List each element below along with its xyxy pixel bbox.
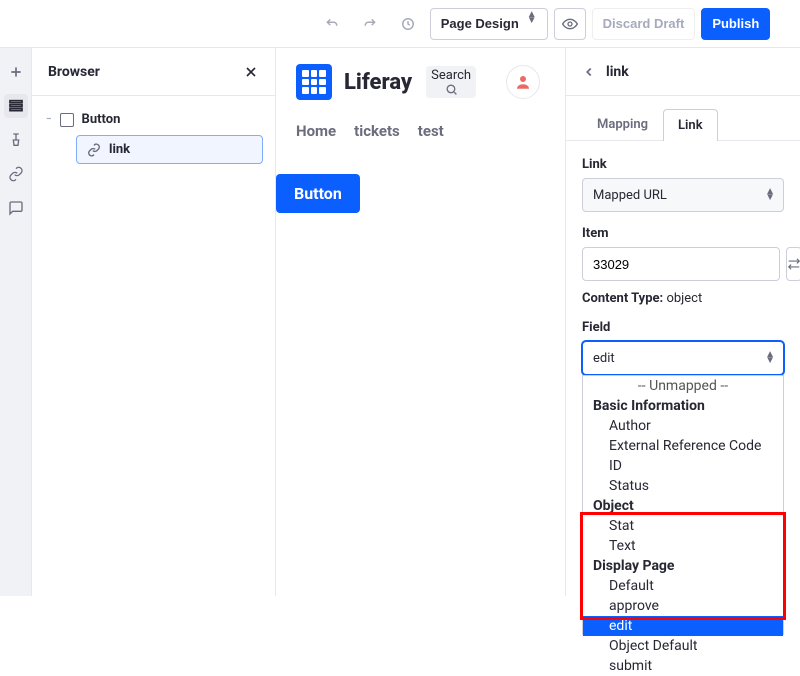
content-rail-button[interactable]	[4, 162, 28, 186]
structure-tree: − Button link	[32, 96, 275, 176]
dropdown-option-status[interactable]: Status	[583, 476, 783, 496]
page-design-dropdown[interactable]: Page Design ▲▼	[430, 8, 548, 40]
dropdown-option-object-default[interactable]: Object Default	[583, 636, 783, 656]
config-tabs: Mapping Link	[566, 96, 800, 141]
tree-item-link[interactable]: link	[76, 135, 263, 164]
search-label: Search	[431, 68, 471, 83]
nav-tickets[interactable]: tickets	[354, 122, 400, 140]
dropdown-group-display: Display Page	[583, 556, 783, 576]
undo-button[interactable]	[316, 8, 348, 40]
link-type-select[interactable]: Mapped URL ▲▼	[582, 178, 784, 212]
browser-panel: Browser − Button link	[32, 48, 276, 596]
field-dropdown-list: -- Unmapped -- Basic Information Author …	[582, 375, 784, 635]
link-icon	[8, 166, 24, 182]
browser-rail-button[interactable]	[4, 94, 28, 118]
redo-button[interactable]	[354, 8, 386, 40]
button-glyph-icon	[60, 113, 74, 127]
publish-button[interactable]: Publish	[701, 8, 770, 40]
top-toolbar: Page Design ▲▼ Discard Draft Publish	[0, 0, 800, 48]
nav-test[interactable]: test	[418, 122, 444, 140]
plus-icon	[8, 64, 24, 80]
canvas-button-fragment[interactable]: Button	[276, 174, 360, 213]
field-select[interactable]: edit ▲▼	[582, 341, 784, 375]
tab-mapping[interactable]: Mapping	[582, 108, 663, 140]
config-body: Link Mapped URL ▲▼ Item Content Type: ob…	[566, 141, 800, 391]
dropdown-option-erc[interactable]: External Reference Code	[583, 436, 783, 456]
dropdown-option-id[interactable]: ID	[583, 456, 783, 476]
redo-icon	[363, 17, 377, 31]
search-widget[interactable]: Search	[426, 66, 476, 98]
history-button[interactable]	[392, 8, 424, 40]
select-caret-icon: ▲▼	[765, 352, 775, 364]
link-icon	[87, 143, 101, 157]
paint-icon	[8, 132, 24, 148]
tree-item-button[interactable]: − Button	[40, 108, 267, 131]
config-panel: link Mapping Link Link Mapped URL ▲▼ Ite…	[565, 48, 800, 596]
site-header: Liferay Search	[296, 64, 545, 100]
chevron-left-icon	[582, 65, 596, 79]
item-refresh-button[interactable]	[786, 247, 800, 281]
item-input[interactable]	[582, 247, 780, 281]
left-icon-rail	[0, 48, 32, 596]
user-icon	[514, 73, 532, 91]
item-label: Item	[582, 226, 784, 241]
nav-home[interactable]: Home	[296, 122, 336, 140]
field-select-value: edit	[593, 351, 615, 366]
dropdown-group-object: Object	[583, 496, 783, 516]
dropdown-option-text[interactable]: Text	[583, 536, 783, 556]
close-icon	[243, 64, 259, 80]
config-header: link	[566, 48, 800, 96]
item-row	[582, 247, 784, 281]
dropdown-option-edit[interactable]: edit	[583, 616, 783, 636]
select-caret-icon: ▲▼	[765, 189, 775, 201]
config-title: link	[606, 64, 629, 80]
dropdown-option-default[interactable]: Default	[583, 576, 783, 596]
link-label: Link	[582, 157, 784, 172]
swap-icon	[787, 257, 800, 271]
search-icon	[445, 83, 458, 96]
tab-link[interactable]: Link	[663, 109, 718, 141]
undo-icon	[325, 17, 339, 31]
content-type-value: object	[666, 291, 702, 306]
dropdown-option-stat[interactable]: Stat	[583, 516, 783, 536]
close-browser-button[interactable]	[243, 64, 259, 80]
site-nav: Home tickets test	[296, 122, 545, 140]
tree-caret-icon: −	[46, 114, 52, 125]
tree-child-label: link	[109, 142, 130, 157]
browser-header: Browser	[32, 48, 275, 96]
dropdown-option-author[interactable]: Author	[583, 416, 783, 436]
comment-icon	[8, 200, 24, 216]
dropdown-group-basic: Basic Information	[583, 396, 783, 416]
page-canvas: Liferay Search Home tickets test Button	[276, 48, 565, 596]
tree-item-label: Button	[82, 112, 121, 127]
comments-rail-button[interactable]	[4, 196, 28, 220]
dropdown-option-approve[interactable]: approve	[583, 596, 783, 616]
add-fragment-button[interactable]	[4, 60, 28, 84]
preview-button[interactable]	[554, 8, 586, 40]
eye-icon	[562, 16, 578, 32]
site-title: Liferay	[344, 70, 412, 95]
clock-icon	[401, 17, 415, 31]
content-type-line: Content Type: object	[582, 291, 784, 306]
browser-title: Browser	[48, 64, 100, 80]
link-type-value: Mapped URL	[593, 188, 667, 203]
liferay-logo-icon	[296, 64, 332, 100]
dropdown-option-unmapped[interactable]: -- Unmapped --	[583, 376, 783, 396]
discard-draft-button[interactable]: Discard Draft	[592, 8, 696, 40]
field-label: Field	[582, 320, 784, 335]
design-rail-button[interactable]	[4, 128, 28, 152]
content-type-key: Content Type:	[582, 291, 663, 306]
back-button[interactable]	[582, 65, 596, 79]
page-design-label: Page Design	[441, 16, 519, 31]
avatar[interactable]	[506, 65, 540, 99]
dropdown-option-submit[interactable]: submit	[583, 656, 783, 676]
layers-icon	[8, 98, 24, 114]
